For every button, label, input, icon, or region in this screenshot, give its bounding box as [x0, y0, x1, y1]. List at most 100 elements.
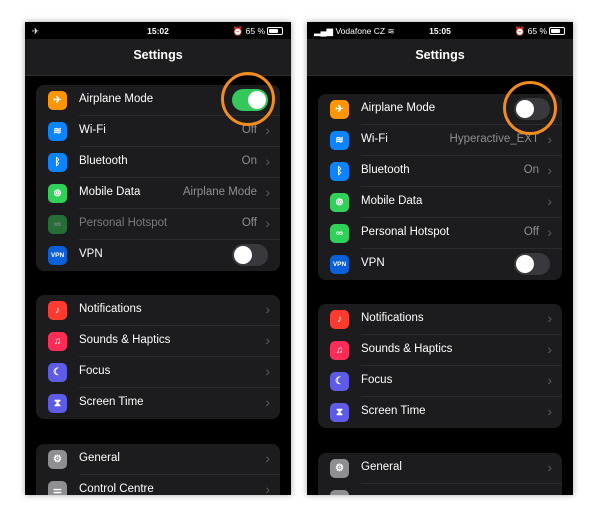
alarm-icon: ⏰	[232, 26, 244, 36]
row-bluetooth[interactable]: ᛒ Bluetooth On ›	[318, 156, 562, 187]
chevron-right-icon: ›	[265, 215, 270, 231]
vpn-toggle[interactable]	[514, 253, 550, 275]
row-mobile-data[interactable]: ⊚ Mobile Data Airplane Mode ›	[36, 178, 280, 209]
vpn-icon: VPN	[330, 255, 349, 274]
row-label: Wi-Fi	[79, 124, 106, 136]
row-notifications[interactable]: ♪ Notifications ›	[36, 295, 280, 326]
status-bar: ✈ 15:02 ⏰ 65 %	[25, 22, 291, 39]
vpn-toggle[interactable]	[232, 244, 268, 266]
chevron-right-icon: ›	[547, 224, 552, 240]
row-label: Notifications	[361, 312, 424, 324]
row-mobile-data[interactable]: ⊚ Mobile Data ›	[318, 187, 562, 218]
status-right: ⏰ 65 %	[233, 26, 283, 37]
airplane-icon: ✈	[330, 100, 349, 119]
row-general[interactable]: ⚙ General ›	[318, 453, 562, 484]
airplane-icon: ✈	[48, 91, 67, 110]
nav-header: Settings	[25, 39, 291, 76]
row-control-centre[interactable]	[318, 484, 562, 495]
chevron-right-icon: ›	[547, 403, 552, 419]
hotspot-icon: ∞	[48, 215, 67, 234]
chevron-right-icon: ›	[265, 332, 270, 348]
chevron-right-icon: ›	[547, 341, 552, 357]
chevron-right-icon: ›	[547, 310, 552, 326]
switches-icon: ⚌	[48, 481, 67, 495]
chevron-right-icon: ›	[547, 372, 552, 388]
battery-icon	[549, 27, 565, 35]
row-label: Notifications	[79, 303, 142, 315]
chevron-right-icon: ›	[265, 122, 270, 138]
row-bluetooth[interactable]: ᛒ Bluetooth On ›	[36, 147, 280, 178]
row-value: Off	[523, 226, 539, 238]
wifi-icon: ≋	[330, 131, 349, 150]
row-label: Airplane Mode	[361, 102, 436, 114]
row-label: Bluetooth	[361, 164, 410, 176]
row-value: On	[241, 155, 257, 167]
moon-icon: ☾	[330, 372, 349, 391]
chevron-right-icon: ›	[547, 162, 552, 178]
speaker-icon: ♫	[48, 332, 67, 351]
chevron-right-icon: ›	[265, 450, 270, 466]
row-label: Sounds & Haptics	[361, 343, 453, 355]
settings-group-general: ⚙ General ›	[318, 453, 562, 495]
gear-icon: ⚙	[330, 459, 349, 478]
wifi-icon: ≋	[48, 122, 67, 141]
row-value: Hyperactive_EXT	[449, 133, 539, 145]
moon-icon: ☾	[48, 363, 67, 382]
row-control-centre[interactable]: ⚌ Control Centre ›	[36, 475, 280, 495]
row-label: VPN	[79, 248, 103, 260]
row-label: Mobile Data	[361, 195, 423, 207]
bluetooth-icon: ᛒ	[330, 162, 349, 181]
row-label: Mobile Data	[79, 186, 141, 198]
bell-icon: ♪	[330, 310, 349, 329]
alarm-icon: ⏰	[514, 26, 526, 36]
hourglass-icon: ⧗	[330, 403, 349, 422]
row-vpn[interactable]: VPN VPN	[318, 249, 562, 280]
chevron-right-icon: ›	[547, 459, 552, 475]
nav-header: Settings	[307, 39, 573, 76]
row-label: Personal Hotspot	[361, 226, 450, 238]
page-title: Settings	[415, 48, 465, 62]
battery-percent: 65 %	[245, 26, 265, 36]
row-label: Bluetooth	[79, 155, 128, 167]
hotspot-icon: ∞	[330, 224, 349, 243]
chevron-right-icon: ›	[265, 363, 270, 379]
row-label: Wi-Fi	[361, 133, 388, 145]
row-screen-time[interactable]: ⧗ Screen Time ›	[318, 397, 562, 428]
row-notifications[interactable]: ♪ Notifications ›	[318, 304, 562, 335]
row-value: Off	[241, 217, 257, 229]
row-label: Screen Time	[79, 396, 144, 408]
chevron-right-icon: ›	[265, 184, 270, 200]
row-focus[interactable]: ☾ Focus ›	[36, 357, 280, 388]
chevron-right-icon: ›	[265, 153, 270, 169]
battery-percent: 65 %	[527, 26, 547, 36]
row-label: General	[79, 452, 120, 464]
chevron-right-icon: ›	[547, 131, 552, 147]
vpn-icon: VPN	[48, 246, 67, 265]
chevron-right-icon: ›	[265, 301, 270, 317]
row-value: On	[523, 164, 539, 176]
row-screen-time[interactable]: ⧗ Screen Time ›	[36, 388, 280, 419]
row-vpn[interactable]: VPN VPN	[36, 240, 280, 271]
antenna-icon: ⊚	[330, 193, 349, 212]
row-label: Control Centre	[79, 483, 154, 495]
switches-icon	[330, 490, 349, 495]
row-personal-hotspot[interactable]: ∞ Personal Hotspot Off ›	[36, 209, 280, 240]
row-sounds-haptics[interactable]: ♫ Sounds & Haptics ›	[318, 335, 562, 366]
bluetooth-icon: ᛒ	[48, 153, 67, 172]
row-label: VPN	[361, 257, 385, 269]
battery-icon	[267, 27, 283, 35]
chevron-right-icon: ›	[547, 193, 552, 209]
row-label: Screen Time	[361, 405, 426, 417]
row-label: Personal Hotspot	[79, 217, 168, 229]
bell-icon: ♪	[48, 301, 67, 320]
row-personal-hotspot[interactable]: ∞ Personal Hotspot Off ›	[318, 218, 562, 249]
highlight-ring-left	[221, 72, 275, 126]
antenna-icon: ⊚	[48, 184, 67, 203]
row-sounds-haptics[interactable]: ♫ Sounds & Haptics ›	[36, 326, 280, 357]
page-title: Settings	[133, 48, 183, 62]
row-focus[interactable]: ☾ Focus ›	[318, 366, 562, 397]
row-label: Focus	[361, 374, 393, 386]
row-general[interactable]: ⚙ General ›	[36, 444, 280, 475]
row-label: Airplane Mode	[79, 93, 154, 105]
row-label: Sounds & Haptics	[79, 334, 171, 346]
